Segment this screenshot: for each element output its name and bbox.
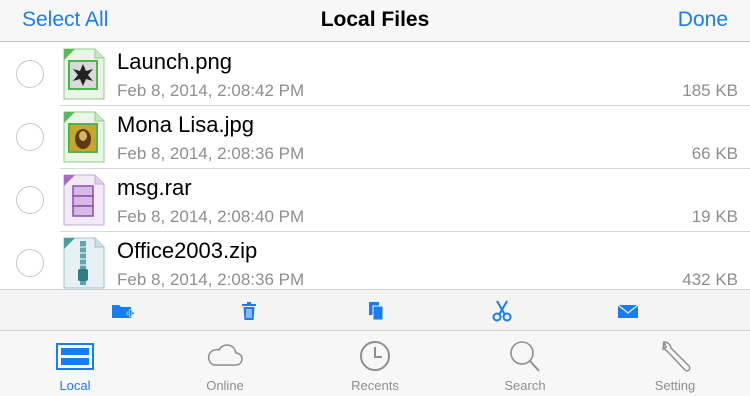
file-size: 66 KB <box>691 144 738 163</box>
search-icon <box>510 341 540 372</box>
file-date: Feb 8, 2014, 2:08:36 PM <box>117 144 305 163</box>
tab-recents[interactable]: Recents <box>300 331 450 396</box>
new-folder-icon[interactable] <box>111 300 135 322</box>
mail-icon[interactable] <box>616 300 640 322</box>
tab-label: Recents <box>351 378 399 393</box>
cloud-icon <box>207 344 243 366</box>
file-size: 19 KB <box>691 207 738 226</box>
done-button[interactable]: Done <box>678 8 728 32</box>
file-name: Launch.png <box>117 49 232 74</box>
navigation-bar: Select All Local Files Done <box>0 0 750 42</box>
file-size: 432 KB <box>682 270 738 289</box>
scissors-icon[interactable] <box>490 300 514 322</box>
wrench-icon <box>662 341 691 372</box>
tab-label: Setting <box>654 378 696 393</box>
jpg-file-icon <box>63 111 105 163</box>
file-name: Office2003.zip <box>117 238 258 263</box>
tab-local[interactable]: Local <box>0 331 150 396</box>
select-radio[interactable] <box>16 123 44 151</box>
page-title: Local Files <box>320 8 430 31</box>
file-row[interactable]: msg.rar Feb 8, 2014, 2:08:40 PM 19 KB <box>0 169 750 232</box>
tab-online[interactable]: Online <box>150 331 300 396</box>
file-row[interactable]: Mona Lisa.jpg Feb 8, 2014, 2:08:36 PM 66… <box>0 106 750 169</box>
zip-file-icon <box>63 237 105 289</box>
select-radio[interactable] <box>16 249 44 277</box>
png-file-icon <box>63 48 105 100</box>
rar-file-icon <box>63 174 105 226</box>
file-date: Feb 8, 2014, 2:08:36 PM <box>117 270 305 289</box>
trash-icon[interactable] <box>237 300 261 322</box>
copy-icon[interactable] <box>364 300 388 322</box>
file-date: Feb 8, 2014, 2:08:42 PM <box>117 81 305 100</box>
file-row[interactable]: Launch.png Feb 8, 2014, 2:08:42 PM 185 K… <box>0 43 750 106</box>
file-name: Mona Lisa.jpg <box>117 112 254 137</box>
select-radio[interactable] <box>16 60 44 88</box>
tab-bar: Local Online Recents Search Setting <box>0 331 750 396</box>
file-list: Launch.png Feb 8, 2014, 2:08:42 PM 185 K… <box>0 43 750 289</box>
tab-label: Local <box>59 378 91 393</box>
tab-setting[interactable]: Setting <box>600 331 750 396</box>
tab-label: Search <box>504 378 546 393</box>
local-storage-icon <box>56 343 94 370</box>
file-name: msg.rar <box>117 175 192 200</box>
action-toolbar <box>0 289 750 331</box>
file-date: Feb 8, 2014, 2:08:40 PM <box>117 207 305 226</box>
clock-icon <box>360 341 390 371</box>
tab-search[interactable]: Search <box>450 331 600 396</box>
file-row[interactable]: Office2003.zip Feb 8, 2014, 2:08:36 PM 4… <box>0 232 750 289</box>
tab-label: Online <box>206 378 244 393</box>
file-size: 185 KB <box>682 81 738 100</box>
select-radio[interactable] <box>16 186 44 214</box>
